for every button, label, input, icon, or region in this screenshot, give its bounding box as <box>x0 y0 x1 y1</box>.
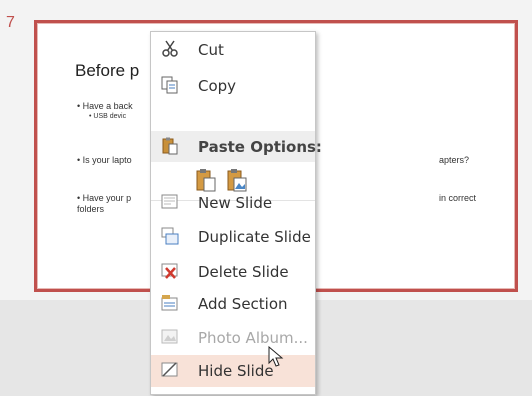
delete-slide-icon <box>161 263 178 279</box>
new-slide-icon <box>161 194 178 209</box>
mouse-cursor-icon <box>268 346 284 367</box>
menu-item-add-section[interactable]: Add Section <box>151 288 315 318</box>
slide-bullet-right: apters? <box>439 155 470 165</box>
add-section-icon <box>161 295 178 311</box>
menu-item-label: Duplicate Slide <box>198 228 311 246</box>
menu-item-new-slide[interactable]: New Slide <box>151 187 315 217</box>
slide-bullet: • Is your lapto <box>77 155 132 165</box>
slide-bullet: • Have your p folders <box>77 193 132 214</box>
slide-bullet-sub: • USB devic <box>89 113 127 120</box>
duplicate-slide-icon <box>161 227 179 245</box>
menu-item-label: Delete Slide <box>198 263 289 281</box>
paste-options-header: Paste Options: <box>151 131 322 162</box>
menu-item-label: Cut <box>198 41 224 59</box>
menu-item-delete-slide[interactable]: Delete Slide <box>151 256 315 286</box>
menu-item-hide-slide[interactable]: Hide Slide <box>151 355 315 387</box>
menu-item-label: New Slide <box>198 194 273 212</box>
scissors-icon <box>162 40 178 57</box>
menu-item-label: Paste Options: <box>198 138 322 156</box>
menu-item-cut[interactable]: Cut <box>151 34 315 64</box>
paste-icon <box>162 137 178 155</box>
menu-item-label: Copy <box>198 77 237 95</box>
hide-slide-icon <box>161 362 178 377</box>
slide-number: 7 <box>6 14 15 31</box>
menu-item-photo-album: Photo Album... <box>151 322 315 352</box>
menu-item-label: Add Section <box>198 295 288 313</box>
copy-icon <box>161 76 178 94</box>
photo-album-icon <box>161 329 178 344</box>
context-menu: Cut Copy Paste Options: New Slide Duplic… <box>150 31 322 395</box>
slide-title: Before p <box>75 61 140 80</box>
menu-item-paste-options: Paste Options: <box>151 131 322 161</box>
slide-bullet-right: in correct <box>439 193 477 203</box>
menu-item-label: Photo Album... <box>198 329 308 347</box>
menu-item-duplicate-slide[interactable]: Duplicate Slide <box>151 221 315 251</box>
menu-item-copy[interactable]: Copy <box>151 70 315 100</box>
menu-item-label: Hide Slide <box>198 362 274 380</box>
